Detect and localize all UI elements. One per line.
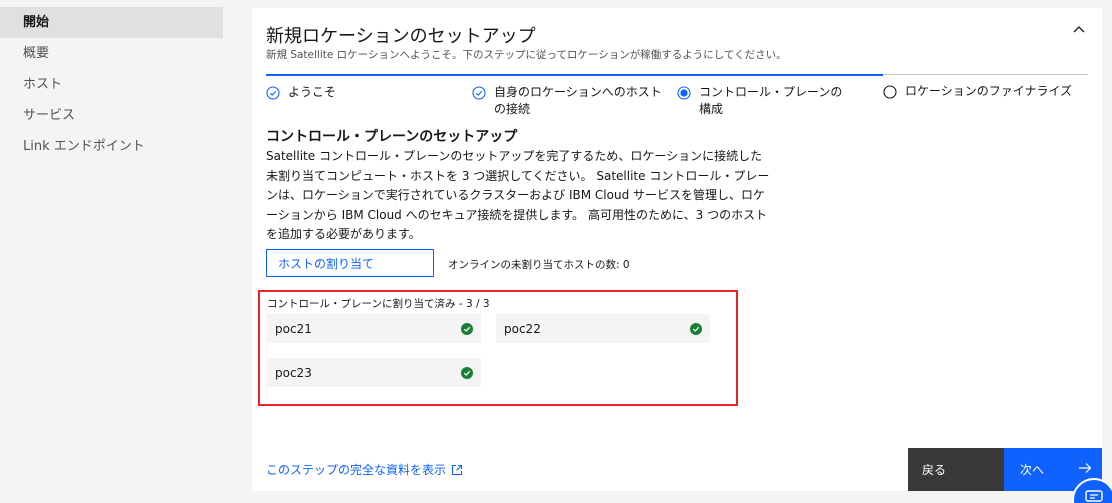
checkmark-filled-icon (690, 322, 702, 335)
checkmark-filled-icon (461, 322, 473, 335)
progress-step-control-plane[interactable]: コントロール・プレーンの構成 (677, 74, 883, 124)
back-button[interactable]: 戻る (908, 448, 1004, 491)
page-title: 新規ロケーションのセットアップ (266, 26, 536, 47)
section-title: コントロール・プレーンのセットアップ (266, 129, 518, 145)
progress-step-connect-hosts[interactable]: 自身のロケーションへのホストの接続 (472, 74, 677, 124)
sidebar-nav: 開始 概要 ホスト サービス Link エンドポイント (0, 0, 223, 503)
incomplete-step-icon (883, 85, 897, 99)
progress-indicator: ようこそ 自身のロケーションへのホストの接続 コントロール・プレーンの構成 ロケ… (266, 74, 1088, 124)
step-label: コントロール・プレーンの構成 (699, 85, 843, 116)
sidebar-item-overview[interactable]: 概要 (0, 38, 223, 69)
page-subtitle: 新規 Satellite ロケーションへようこそ。下のステップに従ってロケーショ… (266, 49, 787, 61)
step-label: ロケーションのファイナライズ (905, 84, 1073, 98)
progress-step-welcome[interactable]: ようこそ (266, 74, 472, 124)
sidebar-item-services[interactable]: サービス (0, 100, 223, 131)
assigned-count-label: コントロール・プレーンに割り当て済み - 3 / 3 (267, 298, 490, 310)
chevron-up-icon (1073, 26, 1085, 33)
step-label: 自身のロケーションへのホストの接続 (494, 85, 662, 116)
arrow-right-icon (1079, 463, 1092, 473)
docs-link[interactable]: このステップの完全な資料を表示 (266, 461, 463, 478)
host-tile-poc23[interactable]: poc23 (267, 358, 481, 387)
step-label: ようこそ (288, 85, 337, 99)
checkmark-outline-icon (266, 86, 280, 100)
checkmark-outline-icon (472, 86, 486, 100)
online-unassigned-count: オンラインの未割り当てホストの数: 0 (448, 259, 630, 271)
docs-link-label: このステップの完全な資料を表示 (266, 463, 447, 477)
host-name: poc21 (275, 321, 312, 336)
host-tile-poc21[interactable]: poc21 (267, 314, 481, 343)
host-tile-poc22[interactable]: poc22 (496, 314, 710, 343)
progress-step-finalize[interactable]: ロケーションのファイナライズ (883, 74, 1088, 124)
step-bar (883, 74, 1088, 75)
chat-icon (1085, 490, 1103, 502)
launch-icon (451, 464, 463, 475)
step-bar (472, 74, 677, 76)
host-name: poc23 (275, 365, 312, 380)
step-bar (677, 74, 883, 76)
section-description: Satellite コントロール・プレーンのセットアップを完了するため、ロケーシ… (266, 149, 770, 241)
current-step-icon (677, 86, 691, 100)
next-button-label: 次へ (1020, 463, 1045, 477)
collapse-button[interactable] (1070, 20, 1088, 38)
sidebar-item-start[interactable]: 開始 (0, 7, 223, 38)
assign-hosts-button[interactable]: ホストの割り当て (266, 249, 434, 277)
host-name: poc22 (504, 321, 541, 336)
setup-card: 新規ロケーションのセットアップ 新規 Satellite ロケーションへようこそ… (252, 8, 1102, 491)
step-bar (266, 74, 472, 76)
assigned-hosts-panel: コントロール・プレーンに割り当て済み - 3 / 3 poc21 poc22 p… (258, 290, 738, 406)
checkmark-filled-icon (461, 366, 473, 379)
sidebar-item-link-endpoints[interactable]: Link エンドポイント (0, 131, 223, 162)
sidebar-item-hosts[interactable]: ホスト (0, 69, 223, 100)
